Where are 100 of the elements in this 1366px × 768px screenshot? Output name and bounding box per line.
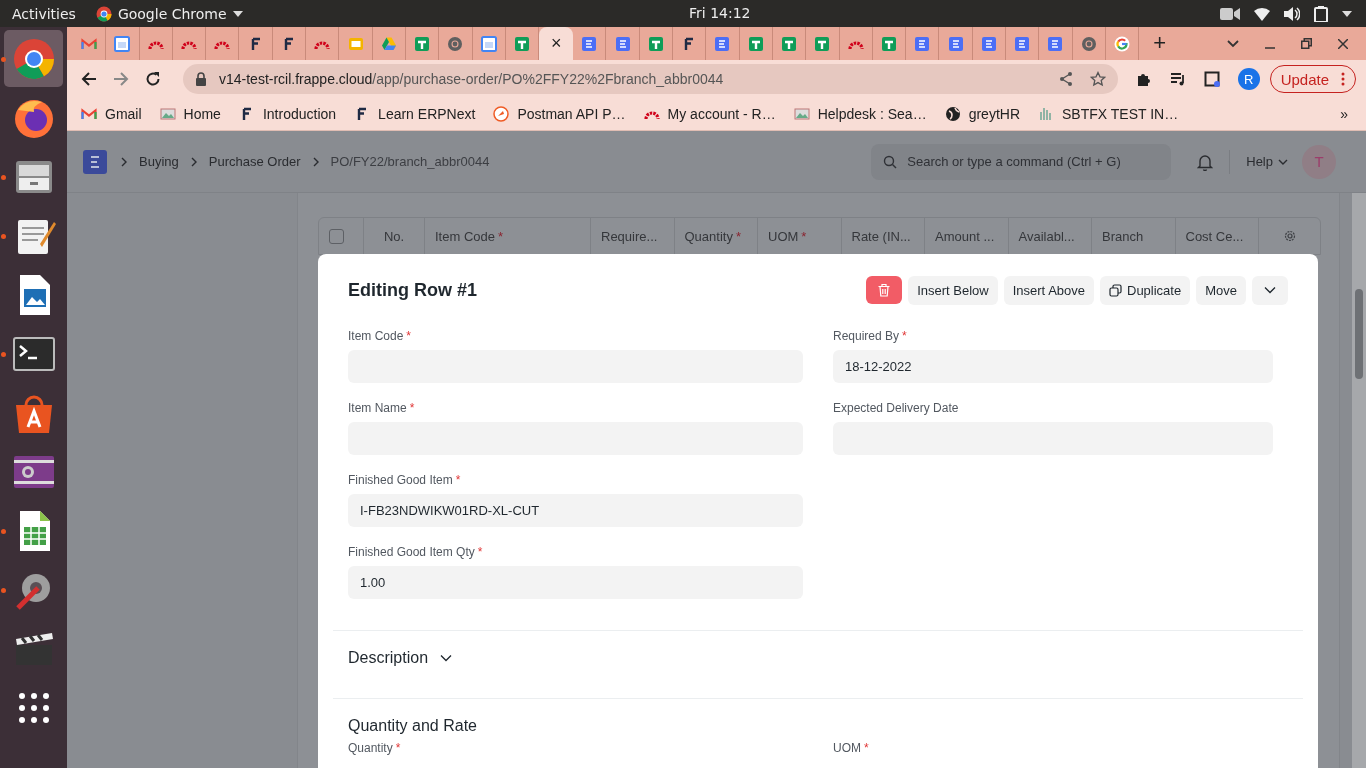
chevron-right-icon bbox=[190, 156, 197, 167]
field-label: Expected Delivery Date bbox=[833, 401, 960, 415]
bookmark-item[interactable]: Learn ERPNext bbox=[354, 106, 476, 122]
chevron-down-icon bbox=[1264, 286, 1276, 294]
row-action-button[interactable]: Move bbox=[1196, 275, 1246, 305]
postman-icon bbox=[493, 106, 510, 122]
input-field[interactable]: 18-12-2022 bbox=[833, 350, 1273, 383]
puzzle-icon[interactable] bbox=[1135, 71, 1152, 87]
plus-square-icon bbox=[414, 35, 431, 52]
help-dropdown[interactable]: Help bbox=[1246, 154, 1288, 169]
calendar-icon bbox=[114, 35, 131, 52]
plus-square-icon bbox=[781, 35, 798, 52]
e-logo-icon bbox=[947, 35, 964, 52]
star-icon[interactable] bbox=[1089, 71, 1106, 87]
chevron-down-icon[interactable] bbox=[440, 654, 453, 662]
search-input[interactable]: Search or type a command (Ctrl + G) bbox=[905, 142, 1172, 181]
slides-icon bbox=[347, 35, 364, 52]
notification-bell-icon[interactable] bbox=[1197, 152, 1214, 171]
chrome-icon bbox=[95, 5, 112, 22]
bookmark-item[interactable]: Helpdesk : Sea… bbox=[793, 106, 927, 122]
lock-icon bbox=[195, 72, 207, 86]
input-field[interactable]: 1.00 bbox=[348, 566, 803, 599]
e-logo-icon bbox=[1014, 35, 1031, 52]
bookmark-item[interactable]: My account - R… bbox=[643, 106, 776, 122]
g-logo-icon bbox=[1114, 35, 1131, 52]
section-toggle[interactable]: Description bbox=[348, 649, 429, 667]
checkbox[interactable] bbox=[329, 228, 344, 244]
profile-avatar[interactable]: R bbox=[1237, 68, 1260, 90]
row-action-button[interactable]: Insert Above bbox=[1003, 275, 1094, 305]
field-label: Quantity * bbox=[348, 741, 402, 755]
delete-button[interactable] bbox=[866, 275, 903, 304]
plus-square-icon bbox=[814, 35, 831, 52]
chevron-right-icon bbox=[312, 156, 319, 167]
media-list-icon[interactable] bbox=[1169, 71, 1186, 87]
breadcrumb-link[interactable]: Buying bbox=[139, 154, 179, 169]
trash-icon bbox=[877, 282, 892, 297]
speaker-icon bbox=[1284, 6, 1300, 21]
bookmark-item[interactable]: Postman API P… bbox=[493, 106, 626, 122]
chrome-icon bbox=[11, 36, 56, 81]
drive-icon bbox=[380, 35, 397, 52]
share-icon[interactable] bbox=[1057, 71, 1074, 87]
e-logo-icon bbox=[980, 35, 997, 52]
calendar-icon bbox=[480, 35, 497, 52]
search-icon bbox=[883, 154, 898, 169]
app-menu[interactable]: Google Chrome bbox=[95, 5, 243, 22]
restore-icon[interactable] bbox=[1301, 38, 1312, 49]
caret-icon[interactable] bbox=[232, 10, 243, 17]
browser-tab[interactable]: × bbox=[539, 27, 574, 60]
close-icon[interactable] bbox=[1338, 38, 1348, 49]
e-logo-icon[interactable] bbox=[83, 149, 107, 174]
breadcrumb-link[interactable]: Purchase Order bbox=[208, 154, 301, 169]
clipboard-icon bbox=[1314, 5, 1328, 22]
bookmark-item[interactable]: Gmail bbox=[81, 106, 142, 122]
bars-logo-icon bbox=[1038, 106, 1054, 122]
chevron-right-icon bbox=[121, 156, 127, 167]
copy-icon bbox=[1109, 283, 1122, 297]
address-bar[interactable]: v14-test-rcil.frappe.cloud/app/purchase-order/PO%2FFY22%2Fbranch_abbr0044 bbox=[183, 64, 1118, 94]
bookmark-item[interactable]: Home bbox=[159, 106, 221, 122]
image-icon bbox=[159, 106, 176, 122]
globe-icon bbox=[944, 106, 961, 122]
new-tab-button[interactable]: + bbox=[1153, 27, 1167, 60]
scrollbar-thumb[interactable] bbox=[1355, 289, 1363, 379]
settings-icon[interactable] bbox=[1282, 229, 1297, 243]
field-label: Required By * bbox=[833, 329, 908, 343]
row-action-button[interactable]: Insert Below bbox=[908, 275, 998, 305]
forward-icon[interactable] bbox=[113, 71, 129, 87]
section-title: Quantity and Rate bbox=[348, 717, 477, 735]
e-logo-icon bbox=[914, 35, 931, 52]
image-icon bbox=[793, 106, 810, 122]
wifi-icon bbox=[1254, 6, 1270, 21]
search-field[interactable]: Search or type a command (Ctrl + G) bbox=[871, 143, 1172, 180]
more-bookmarks-button[interactable]: » bbox=[1340, 106, 1348, 122]
e-logo-icon bbox=[1047, 35, 1064, 52]
back-icon[interactable] bbox=[81, 71, 97, 87]
input-field[interactable]: I-FB23NDWIKW01RD-XL-CUT bbox=[348, 494, 803, 527]
bookmark-item[interactable]: Introduction bbox=[238, 106, 337, 122]
plus-square-icon bbox=[647, 35, 664, 52]
field-label: Finished Good Item Qty * bbox=[348, 545, 484, 559]
e-logo-icon bbox=[714, 35, 731, 52]
m-logo-icon bbox=[81, 35, 98, 52]
row-action-button[interactable]: Duplicate bbox=[1100, 275, 1191, 305]
e-logo-icon bbox=[614, 35, 631, 52]
m-logo-icon bbox=[81, 106, 97, 122]
activities-button[interactable]: Activities bbox=[0, 5, 88, 22]
field-label: Finished Good Item * bbox=[348, 473, 462, 487]
field-label: Item Name * bbox=[348, 401, 416, 415]
camera-icon bbox=[1220, 6, 1240, 21]
plus-square-icon bbox=[514, 35, 530, 52]
reload-icon[interactable] bbox=[145, 71, 161, 87]
bookmark-item[interactable]: greytHR bbox=[944, 106, 1020, 122]
dialog-title: Editing Row #1 bbox=[348, 279, 477, 301]
clock[interactable]: Fri 14:12 bbox=[689, 5, 751, 21]
bookmark-item[interactable]: SBTFX TEST IN… bbox=[1038, 106, 1179, 122]
kebab-menu-icon bbox=[1341, 72, 1345, 86]
chevron-down-icon[interactable] bbox=[1227, 39, 1239, 48]
plus-square-icon bbox=[747, 35, 764, 52]
plus-square-icon bbox=[880, 35, 897, 52]
caret-icon[interactable] bbox=[1342, 10, 1352, 17]
side-panel-icon[interactable] bbox=[1203, 71, 1220, 87]
e-logo-icon bbox=[581, 35, 598, 52]
